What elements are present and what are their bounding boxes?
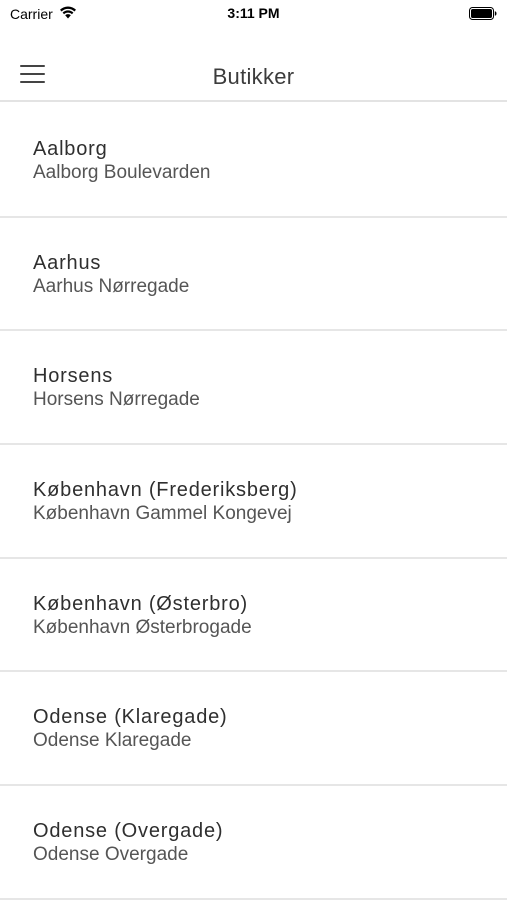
- status-time: 3:11 PM: [227, 5, 280, 21]
- battery-full-icon: [469, 7, 497, 20]
- list-item[interactable]: Aalborg Aalborg Boulevarden: [0, 104, 507, 218]
- status-bar: Carrier 3:11 PM: [0, 0, 507, 28]
- page-title: Butikker: [212, 64, 295, 89]
- list-item[interactable]: Horsens Horsens Nørregade: [0, 331, 507, 446]
- store-name: Odense (Klaregade): [33, 706, 228, 729]
- store-address: København Gammel Kongevej: [33, 503, 292, 525]
- store-address: Odense Klaregade: [33, 730, 192, 752]
- list-item[interactable]: Aarhus Aarhus Nørregade: [0, 218, 507, 332]
- store-address: København Østerbrogade: [33, 616, 252, 638]
- store-address: Aarhus Nørregade: [33, 275, 190, 297]
- list-item[interactable]: Odense (Overgade) Odense Overgade: [0, 786, 507, 900]
- list-item[interactable]: Odense (Klaregade) Odense Klaregade: [0, 672, 507, 787]
- store-name: Aalborg: [33, 138, 108, 160]
- store-name: Aarhus: [33, 251, 102, 274]
- store-name: København (Frederiksberg): [33, 479, 298, 502]
- app-screen: Carrier 3:11 PM Butikker Aalborg Aalborg…: [0, 0, 507, 900]
- store-address: Aalborg Boulevarden: [33, 162, 211, 183]
- navigation-bar: Butikker: [0, 28, 507, 102]
- store-list: Aalborg Aalborg Boulevarden Aarhus Aarhu…: [0, 104, 507, 900]
- store-name: København (Østerbro): [33, 592, 248, 615]
- list-item[interactable]: København (Frederiksberg) København Gamm…: [0, 445, 507, 559]
- store-name: Odense (Overgade): [33, 820, 224, 843]
- store-address: Horsens Nørregade: [33, 389, 200, 411]
- store-name: Horsens: [33, 365, 114, 388]
- store-address: Odense Overgade: [33, 844, 189, 866]
- list-item[interactable]: København (Østerbro) København Østerbrog…: [0, 559, 507, 673]
